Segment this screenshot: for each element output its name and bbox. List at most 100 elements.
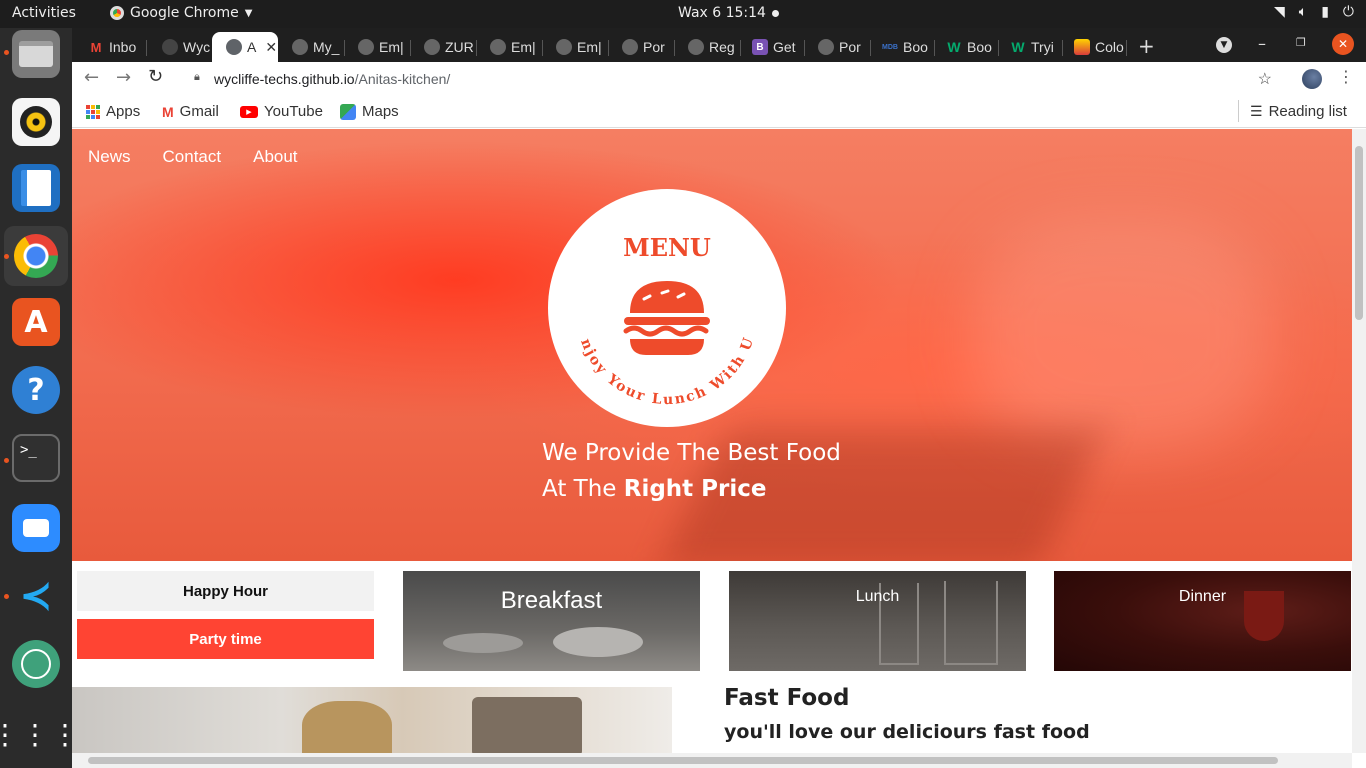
rhythmbox-icon[interactable]	[12, 98, 60, 146]
bookmark-gmail[interactable]: M Gmail	[162, 103, 219, 120]
breakfast-card[interactable]: Breakfast	[403, 571, 700, 671]
vscode-icon[interactable]: ≺	[12, 572, 60, 620]
fast-food-title: Fast Food	[724, 685, 850, 711]
tab-github[interactable]: Wyc	[148, 32, 212, 62]
hero-tagline: We Provide The Best Food At The Right Pr…	[542, 435, 841, 507]
clock[interactable]: Wax 6 15:14	[678, 5, 766, 21]
vertical-scrollbar[interactable]	[1352, 129, 1366, 753]
tab-title: Wyc	[183, 39, 211, 55]
bookmark-maps[interactable]: Maps	[340, 103, 399, 120]
ubuntu-software-icon[interactable]: A	[12, 298, 60, 346]
browser-tab-strip: M Inbo Wyc A ✕ My_ Em| ZUR Em| Em| Por R…	[72, 28, 1366, 62]
more-menu-icon[interactable]: ⋮	[1338, 67, 1354, 86]
back-arrow-icon[interactable]: ←	[84, 67, 99, 88]
horizontal-scrollbar[interactable]	[72, 753, 1352, 768]
tab[interactable]: Por	[608, 32, 674, 62]
breakfast-image-detail	[443, 633, 523, 653]
bookmark-youtube[interactable]: ▶ YouTube	[240, 103, 323, 120]
party-time-button[interactable]: Party time	[77, 619, 374, 659]
app-menu[interactable]: Google Chrome ▼	[110, 5, 252, 21]
battery-icon: ▮	[1321, 4, 1329, 20]
profile-avatar[interactable]	[1302, 69, 1322, 89]
reading-list-button[interactable]: ☰ Reading list	[1250, 103, 1347, 120]
forward-arrow-icon[interactable]: →	[116, 67, 131, 88]
dinner-label: Dinner	[1178, 588, 1227, 605]
url-text: wycliffe-techs.github.io/Anitas-kitchen/	[214, 71, 450, 87]
globe-icon	[556, 39, 572, 55]
horizontal-scroll-thumb[interactable]	[88, 757, 1278, 764]
tab-title: Reg	[709, 39, 735, 55]
files-icon[interactable]	[12, 30, 60, 78]
tab[interactable]: MDB Boo	[868, 32, 934, 62]
tagline-line-2: At The Right Price	[542, 471, 841, 507]
breakfast-label: Breakfast	[500, 587, 603, 614]
tab-close-icon[interactable]: ✕	[265, 39, 277, 56]
show-applications-icon[interactable]: ⋮⋮⋮	[0, 710, 79, 758]
tab-title: Em|	[577, 39, 602, 55]
tab[interactable]: Em|	[542, 32, 608, 62]
tab[interactable]: W Tryi	[996, 32, 1062, 62]
tab-title: Boo	[903, 39, 928, 55]
tab[interactable]: Reg	[674, 32, 740, 62]
nav-contact[interactable]: Contact	[163, 147, 222, 167]
tab[interactable]: Em|	[476, 32, 542, 62]
zoom-icon[interactable]	[12, 504, 60, 552]
tab[interactable]: B Get	[738, 32, 804, 62]
tagline-prefix: At The	[542, 476, 624, 502]
globe-icon	[358, 39, 374, 55]
reload-icon[interactable]: ↻	[148, 66, 163, 87]
bookmark-label: Maps	[362, 103, 399, 120]
mdb-icon: MDB	[882, 43, 898, 51]
globe-icon	[424, 39, 440, 55]
tab[interactable]: ZUR	[410, 32, 476, 62]
tab-title: Em|	[511, 39, 536, 55]
tab[interactable]: W Boo	[932, 32, 998, 62]
tab-title: Em|	[379, 39, 404, 55]
fast-food-image	[72, 687, 672, 753]
minimize-window-icon[interactable]: –	[1258, 34, 1266, 53]
globe-icon	[490, 39, 506, 55]
tab[interactable]: My_	[278, 32, 344, 62]
tab-title: A	[247, 39, 257, 55]
w-icon: W	[947, 39, 961, 55]
address-bar[interactable]: 🔒︎ wycliffe-techs.github.io/Anitas-kitch…	[180, 65, 1290, 93]
reading-list-label: Reading list	[1268, 103, 1347, 120]
bootstrap-icon: B	[752, 39, 768, 55]
burger-icon: Enjoy Your Lunch With Us	[548, 189, 756, 408]
globe-icon	[292, 39, 308, 55]
youtube-icon: ▶	[240, 105, 258, 118]
nav-news[interactable]: News	[88, 147, 131, 167]
dinner-card[interactable]: Dinner	[1054, 571, 1351, 671]
gmail-icon: M	[162, 103, 174, 120]
help-icon[interactable]: ?	[12, 366, 60, 414]
terminal-icon[interactable]: >_	[12, 434, 60, 482]
tab[interactable]: Em|	[344, 32, 410, 62]
hero-banner: News Contact About MENU Enjoy Your Lunch…	[72, 129, 1352, 561]
tab-title: ZUR	[445, 39, 474, 55]
atom-icon[interactable]	[12, 640, 60, 688]
bookmark-apps[interactable]: Apps	[86, 103, 140, 120]
globe-icon	[622, 39, 638, 55]
tab-active-anitas-kitchen[interactable]: A ✕	[212, 32, 278, 62]
tab-title: My_	[313, 39, 340, 55]
new-tab-plus-icon[interactable]: +	[1138, 34, 1155, 58]
system-tray[interactable]: ◥ 🔈︎ ▮ ⏻	[1274, 4, 1354, 20]
maximize-window-icon[interactable]: ❐	[1296, 36, 1306, 49]
happy-hour-button[interactable]: Happy Hour	[77, 571, 374, 611]
tab-title: Por	[839, 39, 861, 55]
bookmark-star-icon[interactable]: ☆	[1258, 69, 1272, 89]
bookmarks-bar: Apps M Gmail ▶ YouTube Maps ☰ Reading li…	[72, 96, 1366, 128]
close-window-icon[interactable]: ✕	[1332, 33, 1354, 55]
tab-title: Get	[773, 39, 796, 55]
google-chrome-icon[interactable]	[4, 226, 68, 286]
tab[interactable]: Por	[804, 32, 870, 62]
tab-title: Inbo	[109, 39, 137, 55]
nav-about[interactable]: About	[253, 147, 297, 167]
tab[interactable]: Colo	[1060, 32, 1126, 62]
activities-button[interactable]: Activities	[12, 5, 76, 21]
libreoffice-writer-icon[interactable]	[12, 164, 60, 212]
tab-search-icon[interactable]: ▼	[1216, 37, 1232, 53]
tab-inbox[interactable]: M Inbo	[74, 32, 140, 62]
vertical-scroll-thumb[interactable]	[1355, 146, 1363, 320]
lunch-card[interactable]: Lunch	[729, 571, 1026, 671]
